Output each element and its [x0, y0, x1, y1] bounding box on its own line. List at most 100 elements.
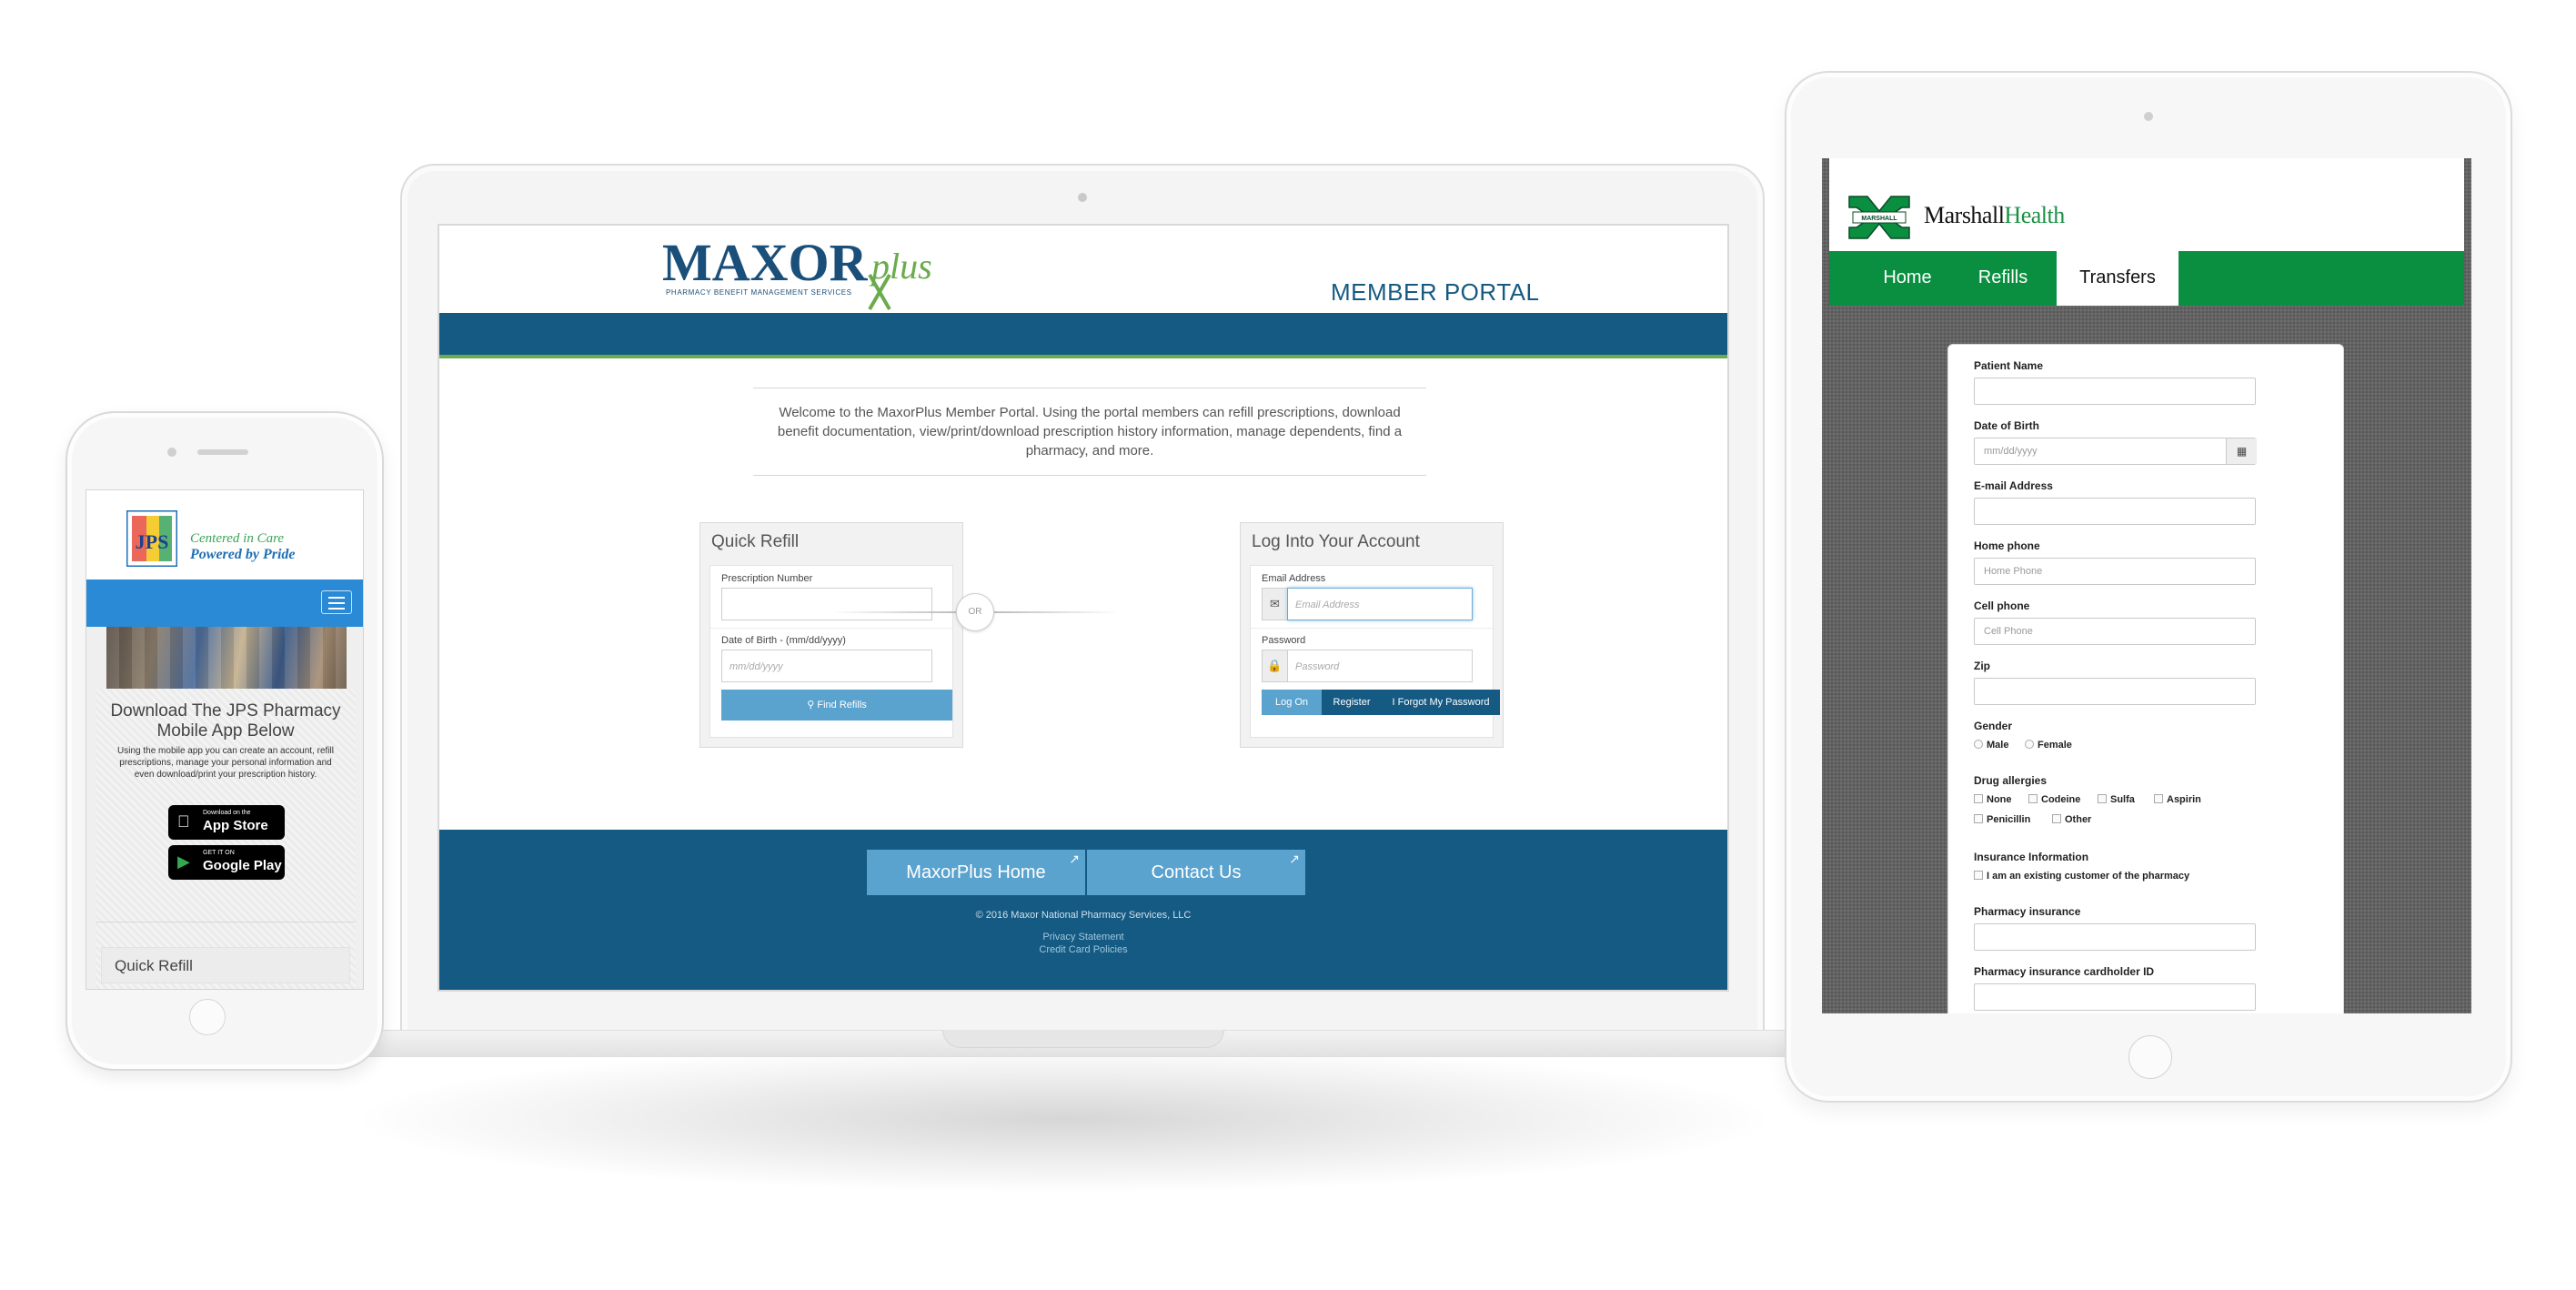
download-heading: Download The JPS Pharmacy Mobile App Bel…: [110, 701, 341, 741]
log-on-button[interactable]: Log On: [1262, 690, 1322, 715]
email-input[interactable]: [1974, 498, 2256, 525]
copyright-text: © 2016 Maxor National Pharmacy Services,…: [975, 910, 1192, 921]
credit-card-policies-link[interactable]: Credit Card Policies: [439, 944, 1727, 955]
tab-home[interactable]: Home: [1862, 251, 1953, 306]
dob-input[interactable]: mm/dd/yyyy ▦: [1974, 438, 2257, 465]
maxorplus-home-button[interactable]: MaxorPlus Home ↗: [867, 850, 1085, 895]
pharmacy-staff-photo: [106, 627, 347, 689]
allergy-none-label: None: [1987, 794, 2012, 805]
portal-title: MEMBER PORTAL: [1331, 278, 1540, 306]
quick-refill-form: Prescription Number Date of Birth - (mm/…: [709, 565, 953, 738]
existing-customer-checkbox[interactable]: I am an existing customer of the pharmac…: [1974, 871, 2189, 882]
phone-home-button: [189, 999, 226, 1035]
allergy-codeine-label: Codeine: [2041, 794, 2081, 805]
allergy-codeine-checkbox[interactable]: Codeine: [2028, 794, 2080, 805]
or-separator: OR: [956, 593, 994, 631]
portal-nav-band: [439, 313, 1727, 358]
male-label: Male: [1987, 740, 2009, 751]
gender-female-radio[interactable]: Female: [2025, 740, 2072, 751]
app-store-button[interactable]:  Download on the App Store: [168, 805, 285, 840]
patient-name-input[interactable]: [1974, 378, 2256, 405]
rx-number-input[interactable]: [721, 588, 932, 620]
existing-customer-label: I am an existing customer of the pharmac…: [1987, 871, 2190, 882]
or-divider-left: [830, 611, 956, 613]
allergy-none-checkbox[interactable]: None: [1974, 794, 2012, 805]
allergy-penicillin-label: Penicillin: [1987, 814, 2031, 825]
zip-label: Zip: [1974, 660, 1990, 672]
external-link-icon: ↗: [1289, 852, 1300, 866]
register-button[interactable]: Register: [1322, 690, 1382, 715]
dob-input[interactable]: mm/dd/yyyy: [721, 650, 932, 682]
home-phone-input[interactable]: Home Phone: [1974, 558, 2256, 585]
phone-camera: [167, 448, 176, 457]
laptop-camera: [1078, 193, 1087, 202]
maxorplus-portal-screen: MAXOR plus PHARMACY BENEFIT MANAGEMENT S…: [438, 224, 1729, 992]
find-refills-button[interactable]: ⚲ Find Refills: [721, 690, 952, 721]
maxorplus-home-label: MaxorPlus Home: [906, 862, 1046, 882]
tab-transfers[interactable]: Transfers: [2057, 251, 2179, 306]
privacy-statement-link[interactable]: Privacy Statement: [439, 932, 1727, 942]
rx-number-label: Prescription Number: [721, 573, 813, 584]
cell-phone-label: Cell phone: [1974, 600, 2030, 612]
field-divider: [1251, 628, 1493, 629]
maxorplus-logo[interactable]: MAXOR plus PHARMACY BENEFIT MANAGEMENT S…: [662, 235, 971, 311]
allergy-aspirin-label: Aspirin: [2167, 794, 2201, 805]
search-icon: ⚲: [807, 700, 818, 711]
login-button-row: Log On Register I Forgot My Password: [1262, 690, 1500, 715]
allergy-penicillin-checkbox[interactable]: Penicillin: [1974, 814, 2030, 825]
cell-phone-input[interactable]: Cell Phone: [1974, 618, 2256, 645]
female-label: Female: [2038, 740, 2072, 751]
phone-quick-refill-header[interactable]: Quick Refill: [101, 947, 350, 983]
login-title: Log Into Your Account: [1252, 532, 1420, 551]
password-input[interactable]: Password: [1287, 650, 1473, 682]
app-store-label: App Store: [203, 818, 268, 833]
envelope-icon: ✉: [1270, 597, 1280, 610]
jps-pharmacy-screen: JPS Centered in Care Powered by Pride Do…: [86, 489, 364, 990]
marshall-logo[interactable]: MARSHALL: [1847, 195, 1911, 240]
jps-logo-letters: JPS: [136, 530, 169, 553]
allergy-aspirin-checkbox[interactable]: Aspirin: [2154, 794, 2201, 805]
play-icon: ▶: [177, 852, 190, 871]
apple-icon: : [177, 813, 190, 830]
allergy-sulfa-label: Sulfa: [2110, 794, 2135, 805]
or-divider-right: [994, 611, 1120, 613]
hamburger-icon[interactable]: [321, 590, 352, 614]
device-mockup-stage: MAXOR plus PHARMACY BENEFIT MANAGEMENT S…: [0, 0, 2576, 1290]
field-divider: [710, 628, 952, 629]
tablet-camera: [2144, 112, 2153, 121]
contact-us-label: Contact Us: [1151, 862, 1242, 882]
password-label: Password: [1262, 635, 1306, 646]
tab-refills[interactable]: Refills: [1953, 251, 2053, 306]
mh-header: MARSHALL MarshallHealth: [1829, 158, 2464, 251]
allergy-sulfa-checkbox[interactable]: Sulfa: [2098, 794, 2135, 805]
marshall-logo-text: MARSHALL: [1861, 216, 1897, 222]
cardholder-id-input[interactable]: [1974, 983, 2256, 1011]
calendar-icon[interactable]: ▦: [2226, 438, 2257, 464]
jps-logo[interactable]: JPS: [126, 510, 177, 567]
portal-header: MAXOR plus PHARMACY BENEFIT MANAGEMENT S…: [439, 226, 1727, 313]
forgot-password-button[interactable]: I Forgot My Password: [1382, 690, 1500, 715]
jps-nav-bar: [86, 579, 363, 627]
logo-brand-text: MAXOR: [662, 235, 869, 292]
marshall-health-screen: MARSHALL MarshallHealth Home Refills Tra…: [1822, 158, 2471, 1013]
welcome-message: Welcome to the MaxorPlus Member Portal. …: [753, 388, 1426, 476]
logo-plus-text: plus: [869, 246, 932, 287]
email-input[interactable]: Email Address: [1287, 588, 1473, 620]
zip-input[interactable]: [1974, 678, 2256, 705]
quick-refill-panel: Quick Refill Prescription Number Date of…: [699, 522, 963, 748]
contact-us-button[interactable]: Contact Us ↗: [1087, 850, 1305, 895]
allergy-other-checkbox[interactable]: Other: [2052, 814, 2091, 825]
insurance-info-label: Insurance Information: [1974, 851, 2089, 863]
find-refills-label: Find Refills: [817, 700, 867, 711]
jps-header: JPS Centered in Care Powered by Pride: [86, 490, 363, 579]
download-description: Using the mobile app you can create an a…: [117, 746, 334, 780]
lock-icon: 🔒: [1267, 659, 1283, 672]
pharmacy-insurance-input[interactable]: [1974, 923, 2256, 951]
jps-tagline-2: Powered by Pride: [190, 547, 296, 562]
gender-male-radio[interactable]: Male: [1974, 740, 2008, 751]
google-play-small: GET IT ON: [203, 850, 235, 856]
google-play-button[interactable]: ▶ GET IT ON Google Play: [168, 845, 285, 880]
email-label: Email Address: [1262, 573, 1326, 584]
logo-tagline: PHARMACY BENEFIT MANAGEMENT SERVICES: [666, 288, 852, 297]
home-phone-label: Home phone: [1974, 539, 2040, 552]
